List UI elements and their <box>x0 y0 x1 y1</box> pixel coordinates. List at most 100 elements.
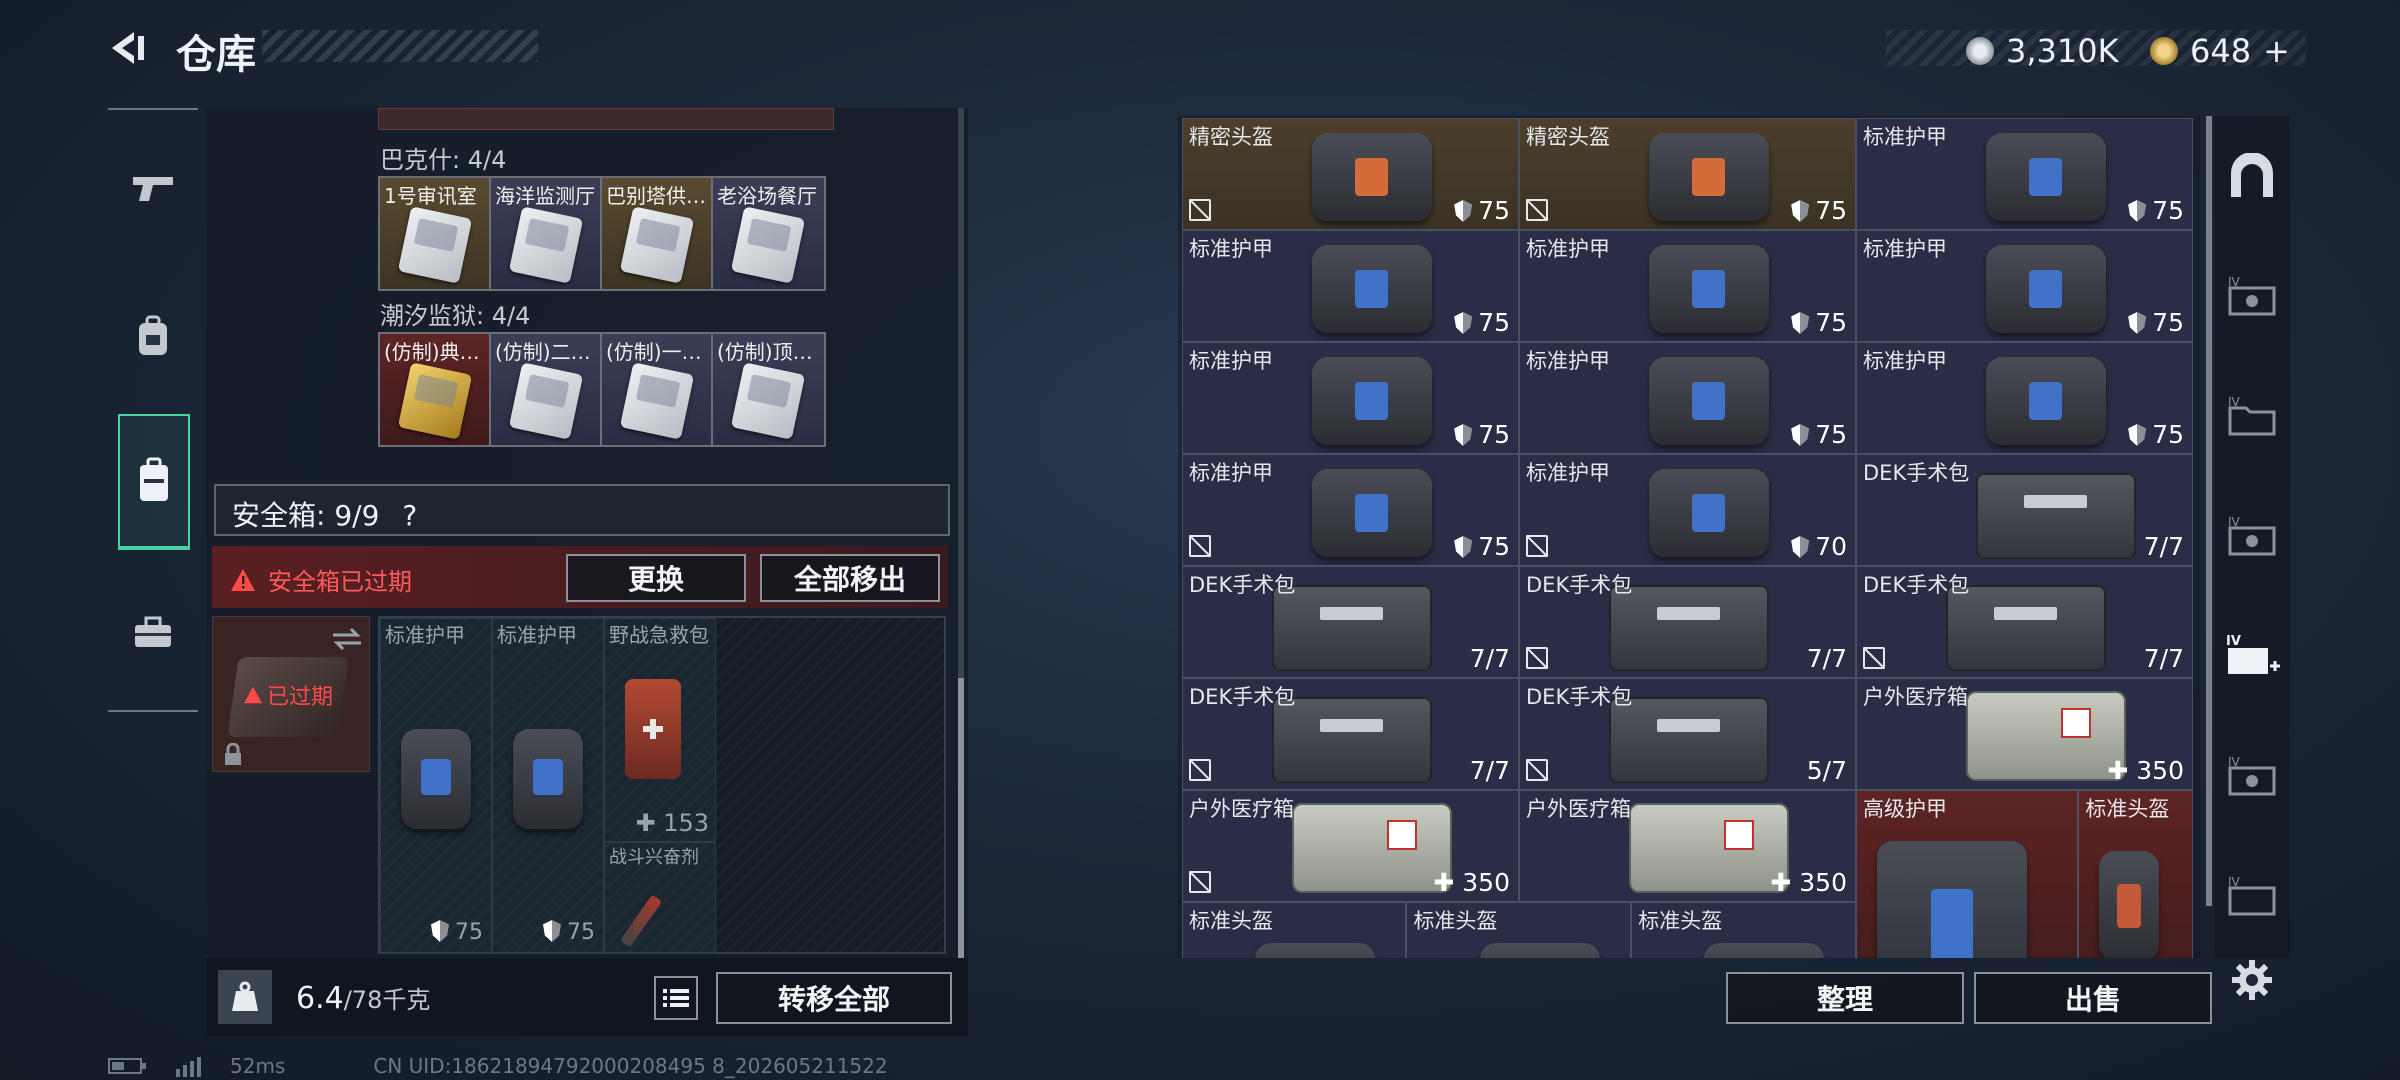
item-value: 75 <box>1454 196 1510 225</box>
replace-button[interactable]: 更换 <box>566 554 746 602</box>
category-containers[interactable] <box>118 414 190 550</box>
storage-tab-5[interactable]: IV <box>2222 866 2282 926</box>
inventory-item[interactable]: 精密头盔 75 <box>1519 118 1856 230</box>
surgery-kit-icon <box>1975 473 2136 559</box>
inventory-item[interactable]: 标准护甲 75 <box>1182 342 1519 454</box>
help-icon[interactable]: ? <box>402 499 417 532</box>
item-name: 标准护甲 <box>1526 461 1610 485</box>
storage-tab-2[interactable]: IV <box>2222 386 2282 446</box>
inventory-item[interactable]: DEK手术包 7/7 <box>1182 678 1519 790</box>
category-armor[interactable] <box>118 302 188 372</box>
item-name: DEK手术包 <box>1863 461 1970 485</box>
storage-tab-1[interactable]: IV <box>2222 266 2282 326</box>
keycard-slot[interactable]: 海洋监测厅 <box>491 178 602 289</box>
armor-icon <box>1311 133 1432 221</box>
plus-icon: ✚ <box>1433 868 1463 897</box>
keycard-slot[interactable]: (仿制)二… <box>491 334 602 445</box>
backpack-icon <box>139 315 167 355</box>
inventory-item[interactable]: 标准头盔 <box>1631 902 1856 958</box>
title-decoration <box>262 30 538 62</box>
item-name: DEK手术包 <box>1526 573 1633 597</box>
shield-icon <box>1454 312 1473 334</box>
inventory-item[interactable]: 户外医疗箱 ✚ 350 <box>1856 678 2193 790</box>
inventory-item[interactable]: 标准护甲 70 <box>1519 454 1856 566</box>
settings-button[interactable] <box>2230 958 2274 1002</box>
status-bar: 52ms CN UID:18621894792000208495 8_20260… <box>108 1054 888 1078</box>
no-sell-icon <box>1189 871 1211 893</box>
swap-icon[interactable] <box>331 627 363 651</box>
safe-item-armor[interactable]: 标准护甲 75 <box>380 618 492 954</box>
inventory-item[interactable]: 精密头盔 75 <box>1182 118 1519 230</box>
safe-item-stim[interactable]: 战斗兴奋剂 <box>604 842 716 954</box>
gold-coin-icon <box>2150 37 2178 65</box>
shield-icon <box>2128 424 2147 446</box>
currency-silver: 3,310K <box>1966 32 2119 70</box>
item-name: 标准护甲 <box>1863 349 1947 373</box>
armor-icon <box>1311 245 1432 333</box>
item-name: 标准护甲 <box>1526 349 1610 373</box>
inventory-item[interactable]: 标准护甲 75 <box>1856 118 2193 230</box>
back-button[interactable] <box>104 26 148 70</box>
transfer-all-button[interactable]: 转移全部 <box>716 972 952 1024</box>
gold-add-icon[interactable]: + <box>2263 32 2290 70</box>
item-name: DEK手术包 <box>1526 685 1633 709</box>
item-value: 75 <box>1454 308 1510 337</box>
safe-item-armor[interactable]: 标准护甲 75 <box>492 618 604 954</box>
item-value: 75 <box>1791 420 1847 449</box>
inventory-item[interactable]: DEK手术包 7/7 <box>1182 566 1519 678</box>
no-sell-icon <box>1189 759 1211 781</box>
pistol-icon <box>133 177 173 201</box>
shield-icon <box>2128 312 2147 334</box>
inventory-item[interactable]: 高级护甲 <box>1856 790 2079 958</box>
safe-box-slot[interactable]: 已过期 <box>212 616 370 772</box>
silver-amount: 3,310K <box>2006 32 2119 70</box>
add-storage-tab[interactable]: IV <box>2222 626 2282 686</box>
inventory-item[interactable]: DEK手术包 5/7 <box>1519 678 1856 790</box>
inventory-item[interactable]: 标准护甲 75 <box>1182 230 1519 342</box>
keycard-slot[interactable]: (仿制)顶… <box>713 334 824 445</box>
chest-icon: IV <box>2228 755 2276 796</box>
item-value: ✚ 350 <box>2107 756 2184 785</box>
chest-icon: IV <box>2228 275 2276 316</box>
storage-tab-4[interactable]: IV <box>2222 746 2282 806</box>
sort-button[interactable]: 整理 <box>1726 972 1964 1024</box>
keycard-gold-icon <box>397 362 473 440</box>
inventory-item[interactable]: 标准护甲 75 <box>1519 230 1856 342</box>
inventory-scrollbar[interactable] <box>2206 116 2212 906</box>
category-tools[interactable] <box>118 598 188 668</box>
no-sell-icon <box>1526 759 1548 781</box>
inventory-item[interactable]: 标准头盔 <box>1182 902 1407 958</box>
safe-item-firstaid[interactable]: 野战急救包 ✚ 153 <box>604 618 716 842</box>
move-all-out-button[interactable]: 全部移出 <box>760 554 940 602</box>
inventory-item[interactable]: 标准护甲 75 <box>1519 342 1856 454</box>
storage-tab-3[interactable]: IV <box>2222 506 2282 566</box>
right-sidebar: IV IV IV IV IV IV <box>2214 116 2290 958</box>
shield-icon <box>1454 536 1473 558</box>
keycard-slot[interactable]: (仿制)典… <box>380 334 491 445</box>
list-icon <box>663 989 689 1007</box>
medical-kit-icon <box>1291 803 1452 893</box>
category-weapons[interactable] <box>118 154 188 224</box>
list-view-button[interactable] <box>654 976 698 1020</box>
item-value: 5/7 <box>1806 756 1847 785</box>
expired-warning-text: 安全箱已过期 <box>268 568 412 596</box>
keycard-slot[interactable]: (仿制)一… <box>602 334 713 445</box>
inventory-item[interactable]: 户外医疗箱 ✚ 350 <box>1519 790 1856 902</box>
keycard-slot[interactable]: 1号审讯室 <box>380 178 491 289</box>
keycard-slot[interactable]: 巴别塔供… <box>602 178 713 289</box>
keycard-icon <box>619 362 695 440</box>
stash-tab[interactable] <box>2222 146 2282 206</box>
inventory-item[interactable]: DEK手术包 7/7 <box>1856 454 2193 566</box>
inventory-item[interactable]: DEK手术包 7/7 <box>1519 566 1856 678</box>
inventory-item[interactable]: 标准护甲 75 <box>1856 230 2193 342</box>
inventory-item[interactable]: 户外医疗箱 ✚ 350 <box>1182 790 1519 902</box>
left-scrollbar[interactable] <box>958 108 964 958</box>
inventory-item[interactable]: 标准护甲 75 <box>1856 342 2193 454</box>
currency-gold[interactable]: 648 + <box>2150 32 2290 70</box>
inventory-item[interactable]: 标准护甲 75 <box>1182 454 1519 566</box>
keycard-slot[interactable]: 老浴场餐厅 <box>713 178 824 289</box>
inventory-item[interactable]: 标准头盔 <box>2078 790 2193 958</box>
inventory-item[interactable]: 标准头盔 <box>1406 902 1631 958</box>
inventory-item[interactable]: DEK手术包 7/7 <box>1856 566 2193 678</box>
sell-button[interactable]: 出售 <box>1974 972 2212 1024</box>
